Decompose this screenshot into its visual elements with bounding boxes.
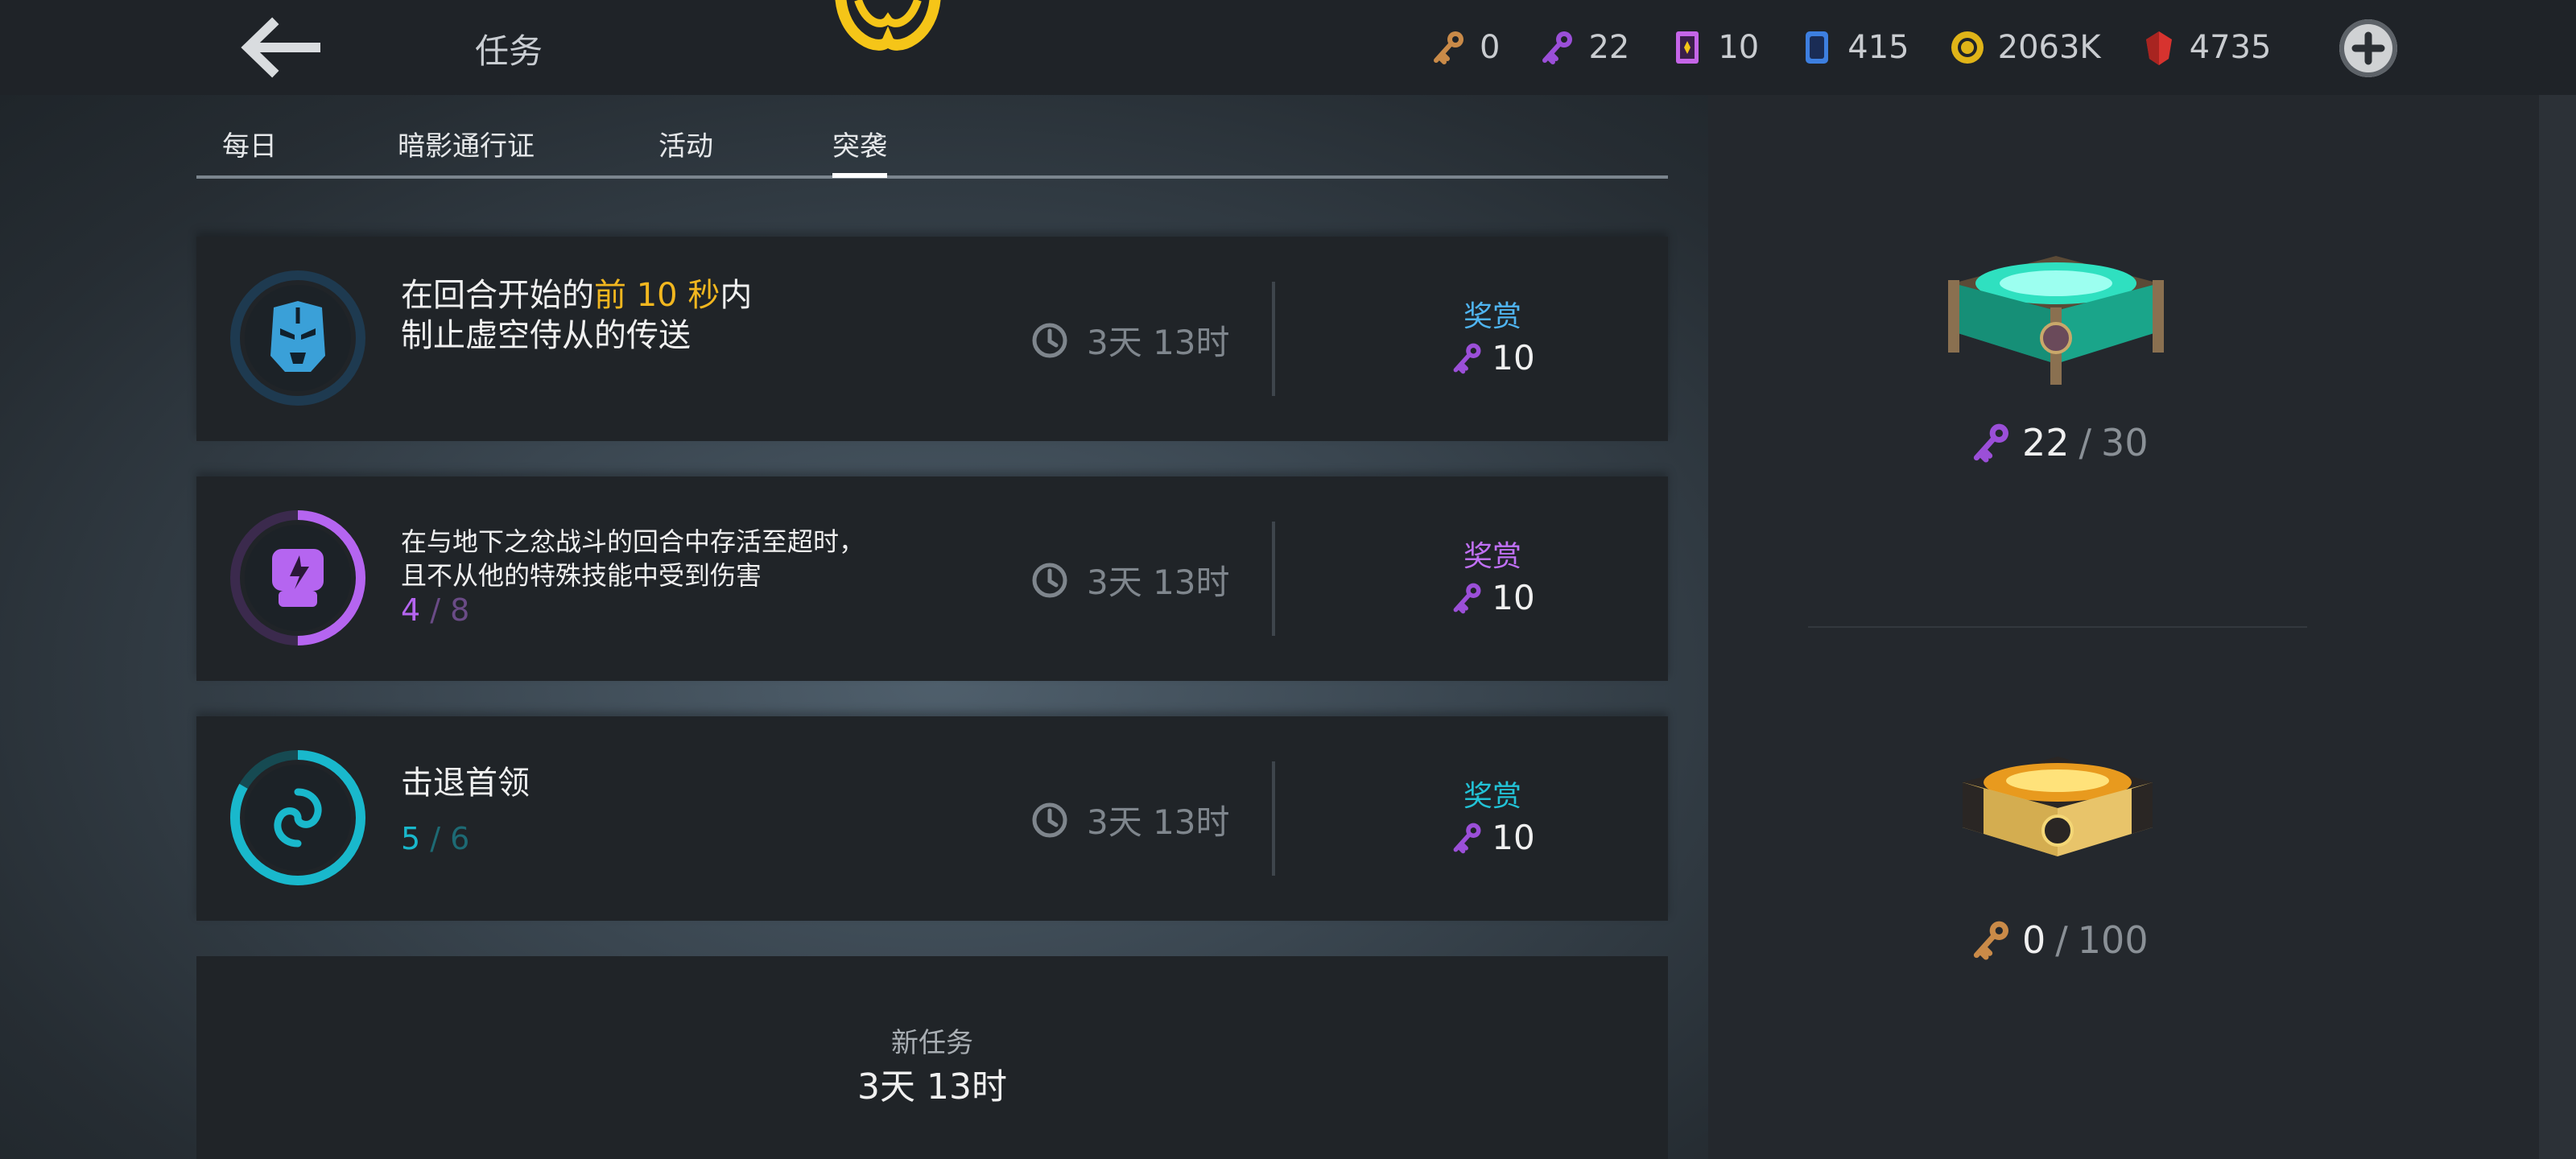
back-arrow-icon <box>241 17 320 78</box>
helmet-icon <box>270 301 325 372</box>
fist-icon <box>272 549 324 607</box>
currency-purple-key: 22 <box>1538 28 1629 67</box>
mission-description: 在回合开始的前 10 秒内 制止虚空侍从的传送 <box>401 277 753 354</box>
top-bar: 任务 0 22 10 415 2063K 4735 <box>0 0 2576 95</box>
purple-key-icon <box>1973 423 2008 463</box>
currency-gold: 2063K <box>1948 28 2101 67</box>
purple-chest[interactable] <box>1942 251 2170 388</box>
gold-chest-icon <box>1963 757 2153 856</box>
divider <box>1272 522 1275 636</box>
purple-key-icon <box>1542 31 1573 64</box>
plus-icon <box>2351 31 2385 65</box>
mission-card-3[interactable]: 击退首领 5 / 6 3天 13时 奖赏 10 <box>196 716 1668 921</box>
new-task-label: 新任务 <box>891 1027 973 1059</box>
jade-chest-icon <box>1948 256 2164 385</box>
bronze-chest-progress: 0 / 100 <box>1969 916 2149 964</box>
clock-icon <box>1032 563 1067 597</box>
currency-ticket: 10 <box>1668 28 1759 67</box>
mission-timer: 3天 13时 <box>1030 316 1230 365</box>
divider <box>1272 282 1275 396</box>
new-task-timer: 3天 13时 <box>857 1066 1007 1107</box>
mission-description: 在与地下之忿战斗的回合中存活至超时， 且不从他的特殊技能中受到伤害 <box>401 526 865 591</box>
mission-timer: 3天 13时 <box>1030 795 1230 844</box>
add-currency-button[interactable] <box>2339 19 2397 77</box>
mission-reward: 奖赏 10 <box>1412 293 1573 377</box>
card-icon <box>1806 31 1829 64</box>
gold-coin-icon <box>1951 31 1984 64</box>
clock-icon <box>1032 802 1067 837</box>
mission-description: 击退首领 <box>401 765 530 802</box>
tab-raid[interactable]: 突袭 <box>832 124 887 178</box>
bronze-key-icon <box>1973 921 2008 960</box>
mission-highlight: 前 10 秒 <box>594 277 720 314</box>
currency-gem: 4735 <box>2140 28 2271 67</box>
mission-timer: 3天 13时 <box>1030 555 1230 604</box>
divider <box>1272 761 1275 876</box>
mission-reward: 奖赏 10 <box>1412 773 1573 857</box>
mission-card-2[interactable]: 在与地下之忿战斗的回合中存活至超时， 且不从他的特殊技能中受到伤害 4 / 8 … <box>196 476 1668 681</box>
purple-key-icon <box>1453 343 1481 373</box>
emblem-icon <box>834 0 942 56</box>
currency-bronze-key: 0 <box>1430 28 1500 67</box>
page-title: 任务 <box>475 31 543 71</box>
bronze-chest[interactable] <box>1951 750 2164 879</box>
ticket-icon <box>1676 31 1699 64</box>
clock-icon <box>1032 323 1067 357</box>
tab-events[interactable]: 活动 <box>658 124 713 163</box>
mission-progress-text: 4 / 8 <box>401 592 470 628</box>
mission-card-1[interactable]: 在回合开始的前 10 秒内 制止虚空侍从的传送 3天 13时 奖赏 10 <box>196 237 1668 441</box>
back-button[interactable] <box>235 11 324 84</box>
purple-chest-progress: 22 / 30 <box>1969 419 2149 467</box>
tab-bar: 每日 暗影通行证 活动 突袭 <box>196 95 1668 179</box>
new-task-panel: 新任务 3天 13时 <box>196 956 1668 1159</box>
currency-card: 415 <box>1798 28 1909 67</box>
tab-shadow-pass[interactable]: 暗影通行证 <box>398 124 535 163</box>
bronze-key-icon <box>1434 31 1463 64</box>
red-gem-icon <box>2145 31 2172 65</box>
side-divider <box>1808 626 2307 628</box>
purple-key-icon <box>1453 583 1481 613</box>
tab-daily[interactable]: 每日 <box>222 124 277 163</box>
currency-bar: 0 22 10 415 2063K 4735 <box>1430 19 2310 76</box>
vortex-icon <box>274 788 322 848</box>
mission-reward: 奖赏 10 <box>1412 533 1573 617</box>
purple-key-icon <box>1453 823 1481 853</box>
mission-progress-text: 5 / 6 <box>401 821 470 856</box>
